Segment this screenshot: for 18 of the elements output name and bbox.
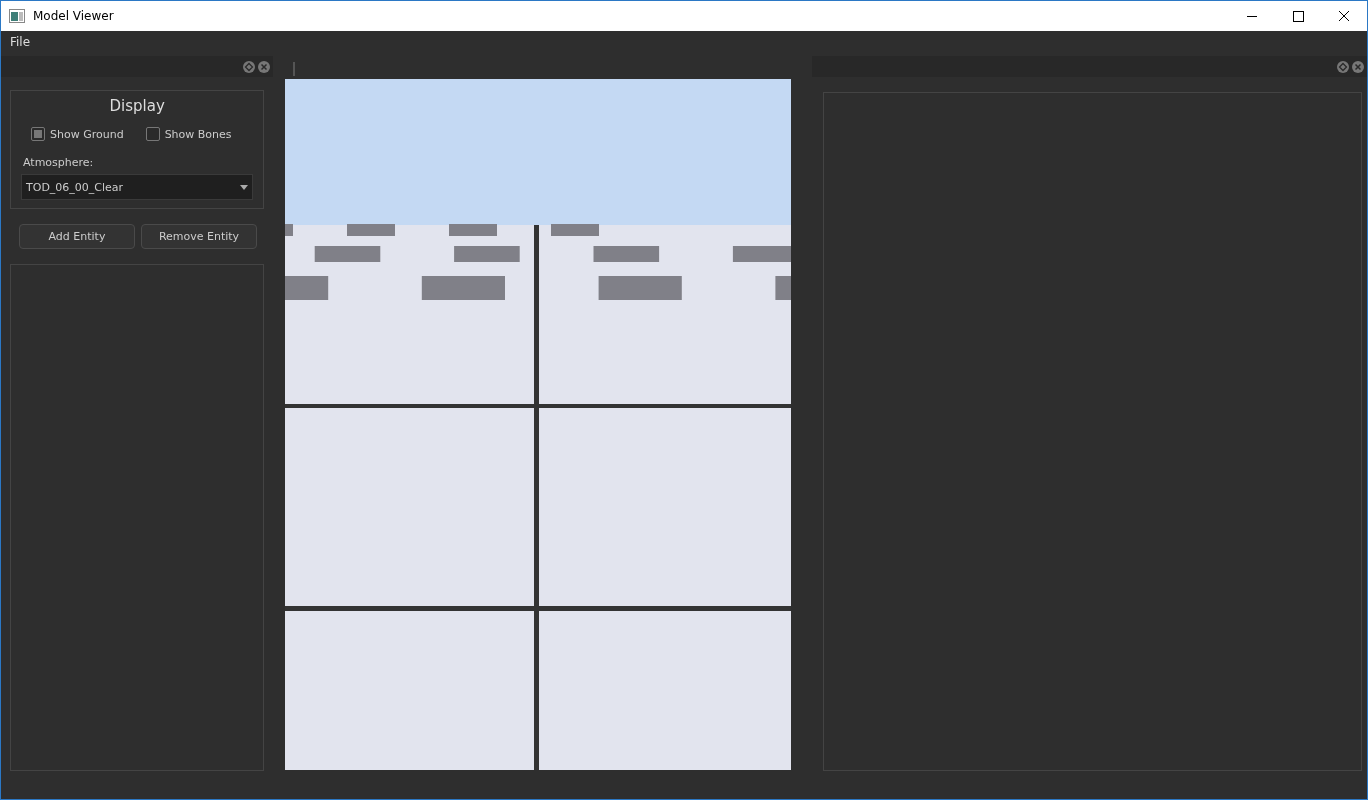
menu-item[interactable]: File	[9, 34, 32, 49]
window-title: Model Viewer	[33, 9, 115, 23]
entity-button[interactable]: Remove Entity	[141, 224, 257, 249]
checkbox[interactable]	[31, 127, 45, 141]
atmosphere-label: Atmosphere:	[23, 156, 95, 169]
atmosphere-dropdown[interactable]: TOD_06_00_Clear	[21, 174, 254, 200]
checkbox-label: Show Ground	[50, 127, 124, 141]
checkbox[interactable]	[145, 127, 160, 141]
close-icon[interactable]	[258, 60, 271, 73]
float-icon[interactable]	[1337, 60, 1349, 73]
float-icon[interactable]	[243, 60, 256, 73]
app-icon	[9, 9, 25, 23]
dropdown-arrow-icon	[240, 184, 249, 190]
grip-handle[interactable]	[293, 62, 296, 76]
group-title: Display	[109, 97, 165, 115]
close-icon[interactable]	[1352, 60, 1364, 73]
checkbox-label: Show Bones	[164, 127, 232, 141]
entity-button[interactable]: Add Entity	[19, 224, 135, 249]
